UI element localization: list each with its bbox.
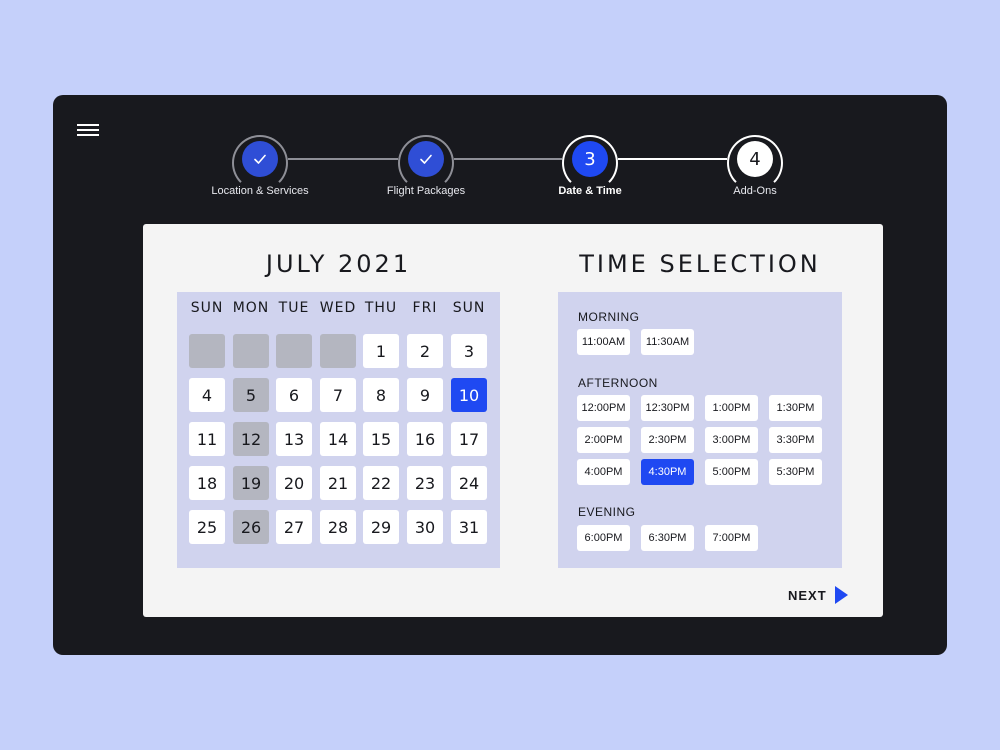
time-slot[interactable]: 1:30PM [769, 395, 822, 421]
time-slot-selected[interactable]: 4:30PM [641, 459, 694, 485]
calendar-day[interactable]: 31 [451, 510, 487, 544]
booking-card: JULY 2021 SUN MON TUE WED THU FRI SUN 1 2 3 4 5 6 7 8 9… [143, 224, 883, 617]
calendar-day[interactable]: 20 [276, 466, 312, 500]
calendar-day[interactable]: 28 [320, 510, 356, 544]
weekday-header: THU [364, 300, 398, 316]
calendar-day-disabled: 12 [233, 422, 269, 456]
time-slot[interactable]: 12:00PM [577, 395, 630, 421]
step-4[interactable]: 4 Add-Ons [675, 135, 835, 197]
next-button[interactable]: NEXT [788, 585, 848, 605]
calendar-blank-cell [320, 334, 356, 368]
calendar-day[interactable]: 23 [407, 466, 443, 500]
weekday-header: TUE [278, 300, 310, 316]
step-2[interactable]: Flight Packages [346, 135, 506, 197]
step-number: 4 [737, 141, 773, 177]
calendar-grid: SUN MON TUE WED THU FRI SUN 1 2 3 4 5 6 7 8 9 10 11 12 13 14… [177, 292, 500, 568]
time-section-label: EVENING [578, 505, 636, 519]
calendar-day[interactable]: 7 [320, 378, 356, 412]
calendar-day[interactable]: 24 [451, 466, 487, 500]
app-window: Location & Services Flight Packages 3 Date … [53, 95, 947, 655]
check-icon [242, 141, 278, 177]
time-slot[interactable]: 12:30PM [641, 395, 694, 421]
time-slot[interactable]: 1:00PM [705, 395, 758, 421]
time-slot[interactable]: 5:00PM [705, 459, 758, 485]
check-icon [408, 141, 444, 177]
calendar-day[interactable]: 4 [189, 378, 225, 412]
step-3[interactable]: 3 Date & Time [510, 135, 670, 197]
calendar-day[interactable]: 6 [276, 378, 312, 412]
calendar-title: JULY 2021 [265, 250, 412, 278]
calendar-day[interactable]: 29 [363, 510, 399, 544]
time-slot[interactable]: 7:00PM [705, 525, 758, 551]
next-label: NEXT [788, 587, 827, 603]
time-section-label: AFTERNOON [578, 376, 658, 390]
calendar-day[interactable]: 13 [276, 422, 312, 456]
time-slot[interactable]: 2:30PM [641, 427, 694, 453]
time-slot-panel: MORNING 11:00AM 11:30AM AFTERNOON 12:00PM 12:… [558, 292, 842, 568]
step-1[interactable]: Location & Services [180, 135, 340, 197]
calendar-day[interactable]: 21 [320, 466, 356, 500]
weekday-header: WED [319, 300, 357, 316]
calendar-blank-cell [189, 334, 225, 368]
calendar-day[interactable]: 11 [189, 422, 225, 456]
calendar-day[interactable]: 3 [451, 334, 487, 368]
calendar-blank-cell [276, 334, 312, 368]
calendar-day-disabled: 26 [233, 510, 269, 544]
time-section-label: MORNING [578, 310, 640, 324]
calendar-day[interactable]: 25 [189, 510, 225, 544]
time-slot[interactable]: 5:30PM [769, 459, 822, 485]
weekday-header: MON [232, 300, 270, 316]
calendar-day-disabled: 5 [233, 378, 269, 412]
calendar-day-selected[interactable]: 10 [451, 378, 487, 412]
time-selection-title: TIME SELECTION [579, 250, 821, 278]
calendar-day[interactable]: 9 [407, 378, 443, 412]
time-slot[interactable]: 11:30AM [641, 329, 694, 355]
calendar-day[interactable]: 17 [451, 422, 487, 456]
calendar-day[interactable]: 30 [407, 510, 443, 544]
time-slot[interactable]: 3:00PM [705, 427, 758, 453]
progress-stepper: Location & Services Flight Packages 3 Date … [53, 95, 947, 215]
time-slot[interactable]: 6:30PM [641, 525, 694, 551]
play-arrow-icon [834, 586, 848, 604]
time-slot[interactable]: 6:00PM [577, 525, 630, 551]
time-slot[interactable]: 3:30PM [769, 427, 822, 453]
calendar-day[interactable]: 18 [189, 466, 225, 500]
calendar-day[interactable]: 1 [363, 334, 399, 368]
time-slot[interactable]: 11:00AM [577, 329, 630, 355]
step-number: 3 [572, 141, 608, 177]
calendar-day[interactable]: 15 [363, 422, 399, 456]
calendar-blank-cell [233, 334, 269, 368]
calendar-day[interactable]: 14 [320, 422, 356, 456]
weekday-header: SUN [452, 300, 486, 316]
calendar-day-disabled: 19 [233, 466, 269, 500]
weekday-header: FRI [412, 300, 438, 316]
calendar-day[interactable]: 27 [276, 510, 312, 544]
time-slot[interactable]: 2:00PM [577, 427, 630, 453]
calendar-day[interactable]: 8 [363, 378, 399, 412]
time-slot[interactable]: 4:00PM [577, 459, 630, 485]
weekday-header: SUN [190, 300, 224, 316]
calendar-day[interactable]: 2 [407, 334, 443, 368]
calendar-day[interactable]: 16 [407, 422, 443, 456]
calendar-day[interactable]: 22 [363, 466, 399, 500]
